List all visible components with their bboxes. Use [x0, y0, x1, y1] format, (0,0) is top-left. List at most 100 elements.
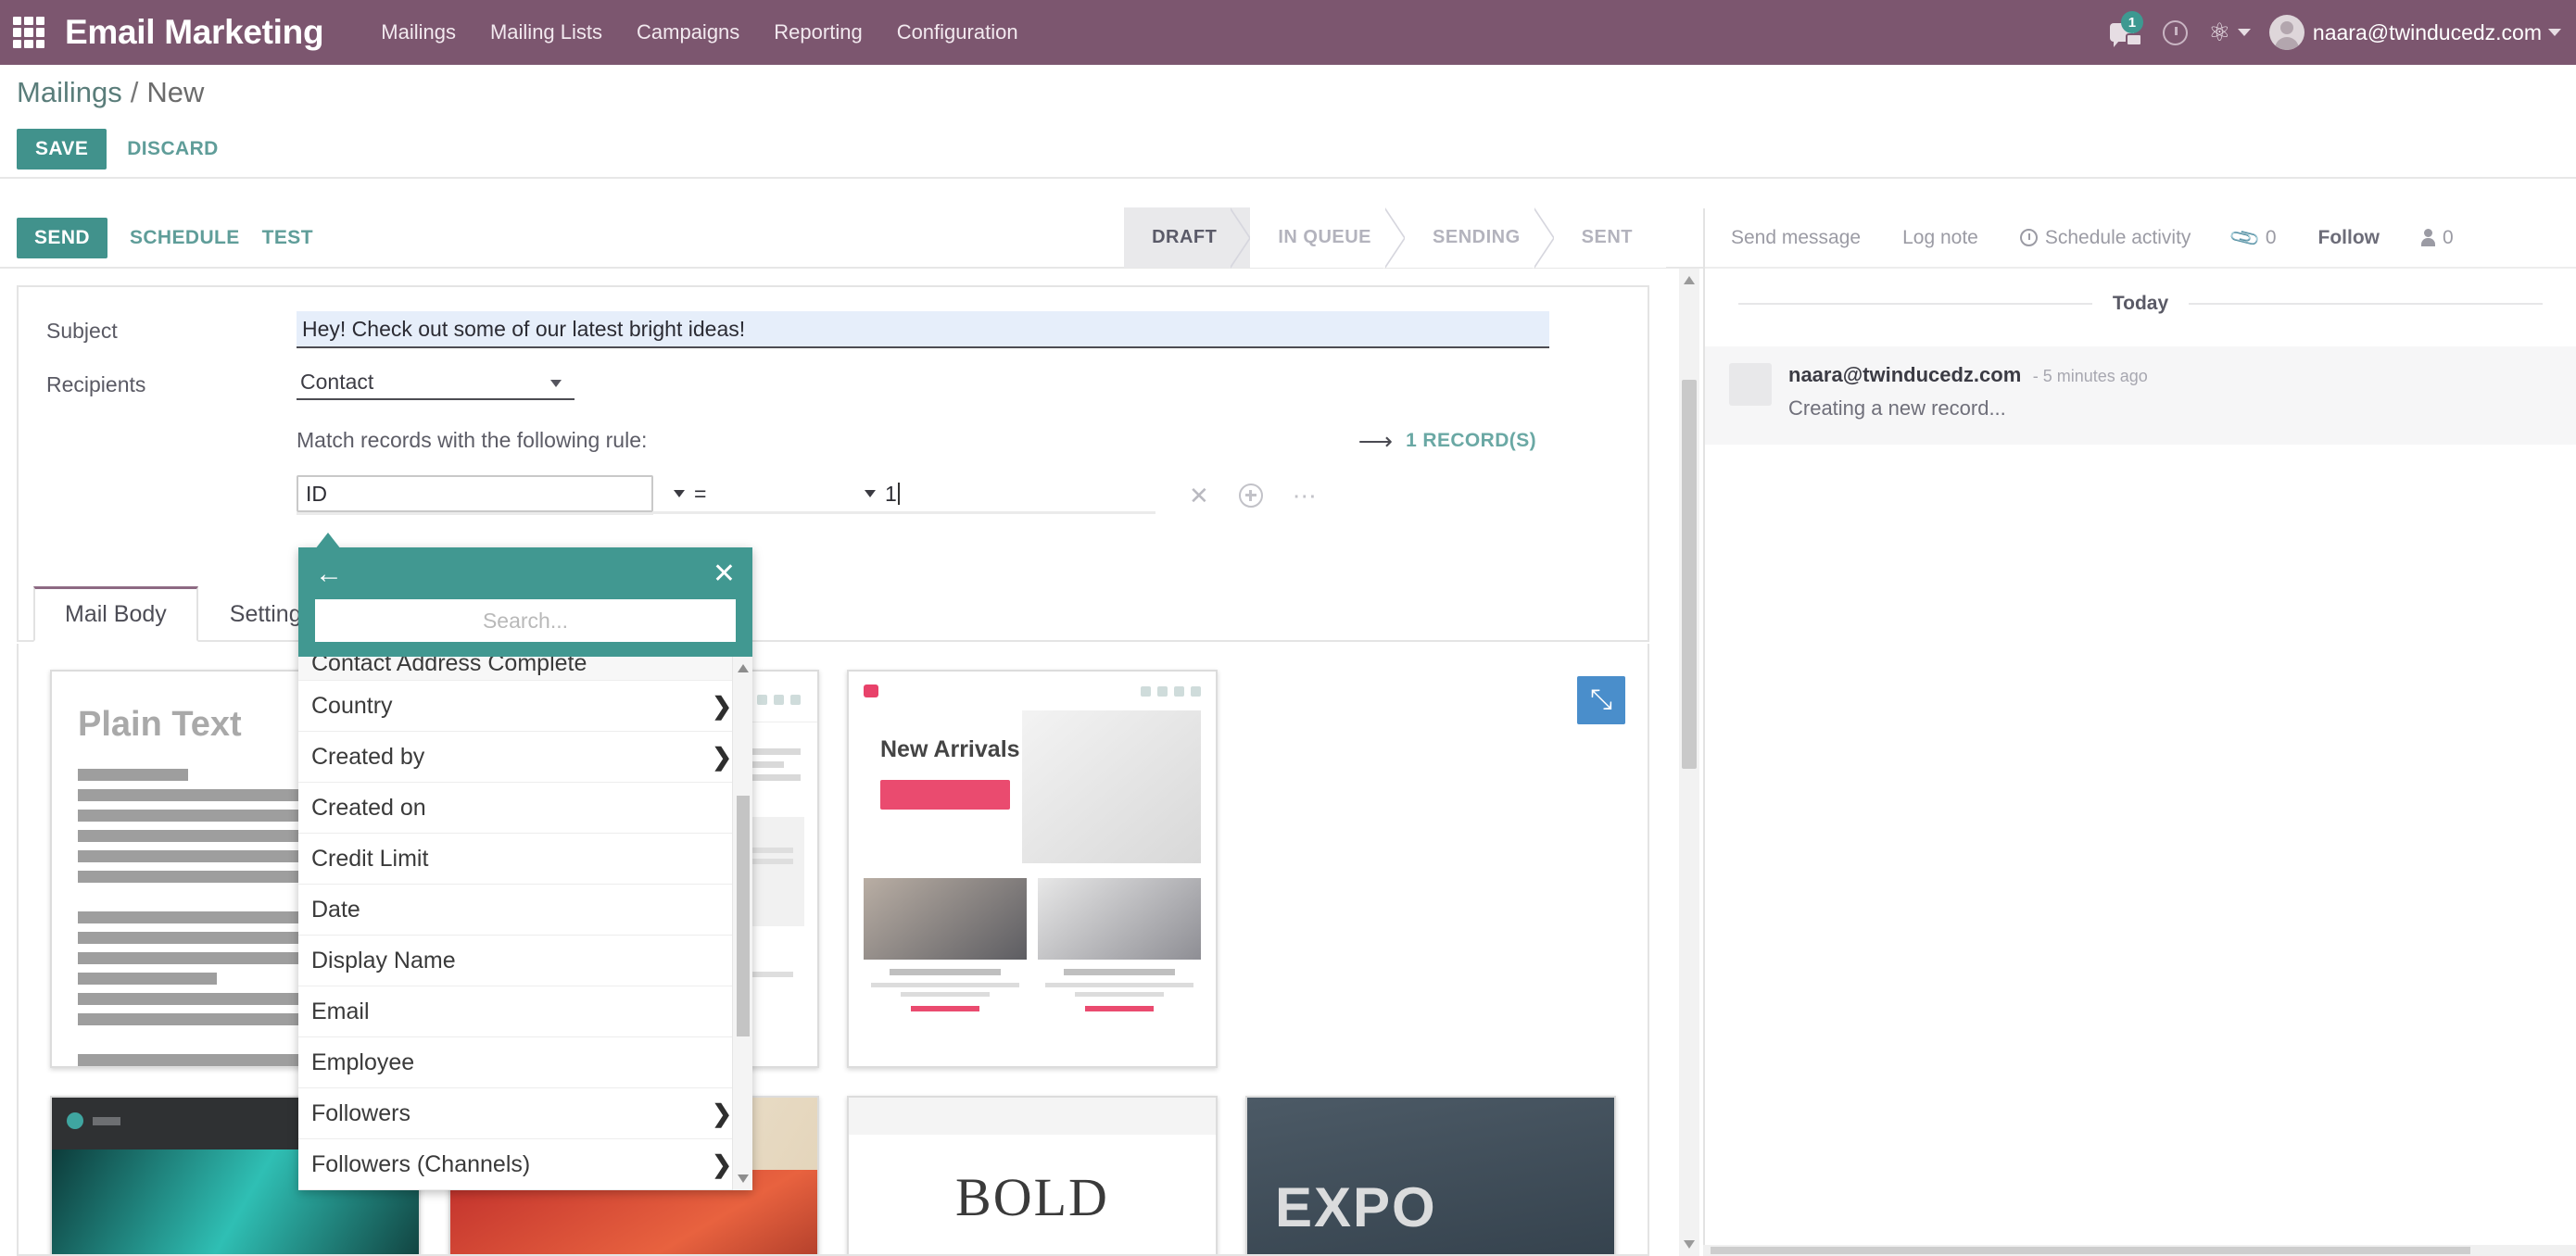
breadcrumb: Mailings / New [0, 65, 2576, 120]
filter-value-input[interactable]: 1 [850, 477, 1155, 514]
menu-item-reporting[interactable]: Reporting [774, 20, 862, 44]
scrollbar-thumb[interactable] [1682, 380, 1697, 769]
breadcrumb-mailings[interactable]: Mailings [17, 76, 122, 109]
list-item-date[interactable]: Date [298, 885, 752, 936]
save-button[interactable]: SAVE [17, 128, 107, 170]
discard-button[interactable]: DISCARD [127, 138, 218, 160]
popover-field-list: Contact Address Complete Country ❯ Creat… [298, 657, 752, 1190]
expo-hero: EXPO [1247, 1098, 1614, 1254]
avatar [1729, 363, 1772, 406]
list-item-country[interactable]: Country ❯ [298, 681, 752, 732]
list-item-followers[interactable]: Followers ❯ [298, 1088, 752, 1139]
list-item-credit-limit[interactable]: Credit Limit [298, 834, 752, 885]
clock-icon [2019, 229, 2038, 246]
wrench-icon: ⚛ [2208, 18, 2231, 46]
list-item-label: Followers (Channels) [311, 1150, 531, 1177]
dark-logo-icon [67, 1112, 83, 1129]
record-count-label: 1 RECORD(S) [1406, 429, 1536, 451]
subject-input[interactable] [297, 311, 1549, 348]
remove-condition-icon[interactable]: ✕ [1189, 484, 1209, 508]
list-item-partial[interactable]: Contact Address Complete [298, 657, 752, 681]
chevron-right-icon: ❯ [712, 691, 732, 720]
scrollbar-thumb[interactable] [1711, 1247, 2470, 1254]
match-rule-row: Match records with the following rule: ⟶… [297, 428, 1549, 453]
record-count-link[interactable]: ⟶ 1 RECORD(S) [1358, 429, 1549, 453]
scroll-up-icon[interactable] [1684, 276, 1695, 284]
recipients-select-wrap: Contact [297, 365, 575, 400]
scroll-down-icon[interactable] [738, 1174, 749, 1183]
user-menu[interactable]: naara@twinducedz.com [2256, 15, 2561, 50]
close-icon[interactable]: ✕ [713, 560, 736, 588]
schedule-button[interactable]: SCHEDULE [130, 227, 240, 249]
list-item-followers-channels[interactable]: Followers (Channels) ❯ [298, 1139, 752, 1190]
field-selector-popover: ← ✕ Contact Address Complete Country ❯ C… [298, 547, 752, 1190]
attachment-count: 0 [2265, 226, 2277, 248]
brand-logo [864, 685, 878, 697]
user-email-label: naara@twinducedz.com [2312, 19, 2542, 44]
chatter-horizontal-scrollbar[interactable] [1703, 1245, 2576, 1256]
domain-filter-row: ID = 1 ✕ ⋯ [297, 475, 1549, 515]
scroll-up-icon[interactable] [738, 664, 749, 672]
followers-button[interactable]: 0 [2421, 227, 2454, 249]
breadcrumb-separator: / [130, 76, 139, 108]
app-root: Email Marketing Mailings Mailing Lists C… [0, 0, 2576, 1256]
schedule-activity-button[interactable]: Schedule activity [2019, 227, 2191, 249]
more-options-icon[interactable]: ⋯ [1293, 484, 1318, 508]
theme-card-expo[interactable]: EXPO [1245, 1096, 1616, 1254]
date-separator-label: Today [2112, 293, 2169, 314]
navbar-right-tools: 1 ⚛ naara@twinducedz.com [2095, 0, 2576, 65]
theme-grid: Plain Text New Arrivals BOLD EXPO [19, 644, 1648, 1254]
chatter-panel: Send message Log note Schedule activity … [1703, 208, 2576, 1256]
social-icons [1141, 685, 1201, 697]
tab-mail-body[interactable]: Mail Body [33, 586, 198, 642]
chatter-message: naara@twinducedz.com - 5 minutes ago Cre… [1705, 346, 2576, 445]
list-item-label: Credit Limit [311, 845, 429, 872]
list-item-created-on[interactable]: Created on [298, 783, 752, 834]
send-button[interactable]: SEND [17, 217, 107, 258]
back-arrow-icon[interactable]: ← [315, 560, 343, 588]
list-item-label: Email [311, 998, 370, 1024]
menu-item-mailing-lists[interactable]: Mailing Lists [490, 20, 602, 44]
messages-button[interactable]: 1 [2095, 0, 2149, 65]
main-vertical-scrollbar[interactable] [1679, 269, 1699, 1256]
list-item-label: Country [311, 692, 393, 719]
theme-card-new-arrivals[interactable]: New Arrivals [847, 670, 1218, 1068]
subject-label: Subject [46, 319, 118, 343]
menu-item-mailings[interactable]: Mailings [381, 20, 456, 44]
debug-menu-button[interactable]: ⚛ [2203, 0, 2256, 65]
list-item-employee[interactable]: Employee [298, 1037, 752, 1088]
expand-preview-button[interactable]: ⤡ [1577, 676, 1625, 724]
follow-button[interactable]: Follow [2318, 227, 2380, 249]
scrollbar-thumb[interactable] [737, 796, 750, 1036]
message-timestamp: - 5 minutes ago [2032, 367, 2148, 385]
status-stage-sending[interactable]: SENDING [1405, 207, 1555, 269]
attachments-button[interactable]: 📎 0 [2228, 220, 2277, 254]
test-button[interactable]: TEST [262, 227, 313, 249]
menu-item-configuration[interactable]: Configuration [897, 20, 1018, 44]
send-message-button[interactable]: Send message [1731, 227, 1861, 249]
filter-operator-value: = [694, 481, 707, 506]
new-arrivals-title: New Arrivals [880, 736, 1020, 762]
record-action-bar: SAVE DISCARD [0, 120, 2576, 179]
filter-field-input[interactable]: ID [297, 475, 653, 512]
list-item-created-by[interactable]: Created by ❯ [298, 732, 752, 783]
scroll-down-icon[interactable] [1684, 1240, 1695, 1249]
add-condition-icon[interactable] [1238, 483, 1263, 508]
filter-operator-select[interactable]: = [653, 477, 850, 514]
list-item-email[interactable]: Email [298, 986, 752, 1037]
status-stage-draft[interactable]: DRAFT [1124, 207, 1252, 269]
chevron-down-icon [2548, 29, 2561, 36]
activities-button[interactable] [2149, 0, 2203, 65]
search-input[interactable] [315, 599, 736, 642]
status-stage-in-queue[interactable]: IN QUEUE [1250, 207, 1406, 269]
log-note-button[interactable]: Log note [1902, 227, 1978, 249]
apps-grid-icon[interactable] [13, 17, 44, 48]
menu-item-campaigns[interactable]: Campaigns [637, 20, 739, 44]
theme-card-bold[interactable]: BOLD [847, 1096, 1218, 1254]
recipients-select[interactable]: Contact [297, 365, 575, 400]
message-body: Creating a new record... [1788, 396, 2006, 420]
status-stage-sent[interactable]: SENT [1553, 207, 1666, 268]
popover-scrollbar[interactable] [732, 657, 752, 1190]
list-item-display-name[interactable]: Display Name [298, 936, 752, 986]
new-arrivals-header [849, 672, 1216, 710]
